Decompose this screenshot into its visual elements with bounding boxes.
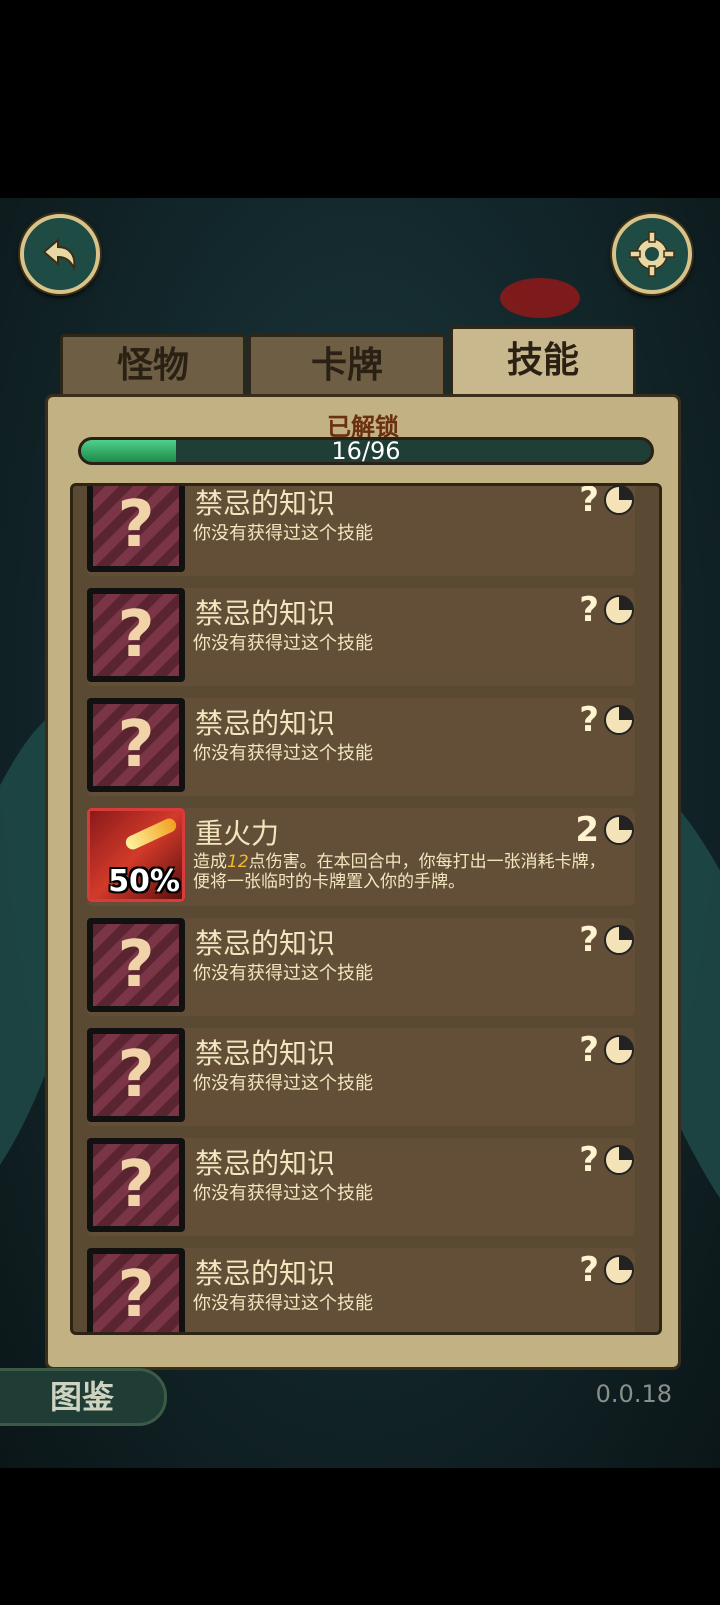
cost-value: ? <box>579 700 599 740</box>
question-mark-icon: ? <box>93 486 179 566</box>
skill-row[interactable]: ? 禁忌的知识 你没有获得过这个技能 ? <box>87 588 635 686</box>
skill-cost: ? <box>579 1250 635 1290</box>
skill-icon: ? <box>87 1248 185 1332</box>
codex-button[interactable]: 图鉴 <box>0 1368 167 1426</box>
skill-icon: ? <box>87 486 185 572</box>
skill-name: 禁忌的知识 <box>195 707 336 740</box>
skill-desc: 你没有获得过这个技能 <box>193 633 373 654</box>
unlock-progress-bar: 16/96 <box>78 437 654 465</box>
desc-number: 12 <box>227 852 249 872</box>
gear-icon <box>629 231 675 277</box>
skill-row[interactable]: ? 禁忌的知识 你没有获得过这个技能 ? <box>87 483 635 576</box>
skill-row[interactable]: ? 禁忌的知识 你没有获得过这个技能 ? <box>87 918 635 1016</box>
skill-name: 禁忌的知识 <box>195 597 336 630</box>
version-label: 0.0.18 <box>595 1380 672 1408</box>
skill-desc: 你没有获得过这个技能 <box>193 1293 373 1314</box>
hourglass-pie-icon <box>604 1145 634 1175</box>
skill-icon: 50% <box>87 808 185 902</box>
tab-cards[interactable]: 卡牌 <box>248 334 446 395</box>
skill-name: 禁忌的知识 <box>195 927 336 960</box>
hourglass-pie-icon <box>604 705 634 735</box>
skill-name: 重火力 <box>195 817 280 850</box>
cost-value: ? <box>579 920 599 960</box>
skill-row[interactable]: ? 禁忌的知识 你没有获得过这个技能 ? <box>87 698 635 796</box>
skill-cost: ? <box>579 700 635 740</box>
skill-name: 禁忌的知识 <box>195 1147 336 1180</box>
cost-value: ? <box>579 1030 599 1070</box>
question-mark-icon: ? <box>93 1254 179 1332</box>
cost-value: 2 <box>575 810 599 850</box>
hourglass-pie-icon <box>604 1035 634 1065</box>
skill-row[interactable]: ? 禁忌的知识 你没有获得过这个技能 ? <box>87 1028 635 1126</box>
progress-text: 16/96 <box>331 437 401 465</box>
question-mark-icon: ? <box>93 1144 179 1226</box>
skill-row[interactable]: ? 禁忌的知识 你没有获得过这个技能 ? <box>87 1138 635 1236</box>
sword-blade <box>123 816 179 852</box>
settings-button[interactable] <box>612 214 692 294</box>
skill-name: 禁忌的知识 <box>195 487 336 520</box>
desc-pre: 造成 <box>193 852 227 872</box>
background-tentacle <box>500 278 580 318</box>
desc-post: 点伤害。在本回合中，你每打出一张消耗卡牌，便将一张临时的卡牌置入你的手牌。 <box>193 852 606 892</box>
skill-cost: ? <box>579 1030 635 1070</box>
skill-desc: 你没有获得过这个技能 <box>193 963 373 984</box>
skill-icon: ? <box>87 1138 185 1232</box>
cost-value: ? <box>579 483 599 520</box>
skill-desc: 造成12点伤害。在本回合中，你每打出一张消耗卡牌，便将一张临时的卡牌置入你的手牌… <box>193 852 613 892</box>
cost-value: ? <box>579 1250 599 1290</box>
tab-skills[interactable]: 技能 <box>450 326 636 401</box>
skill-cost: ? <box>579 920 635 960</box>
collection-screen: 怪物 卡牌 技能 已解锁 16/96 ? 禁忌的知识 你没有获得过这个技能 ? … <box>0 198 720 1468</box>
hourglass-pie-icon <box>604 486 634 515</box>
skill-icon: ? <box>87 698 185 792</box>
skill-cost: 2 <box>575 810 635 850</box>
question-mark-icon: ? <box>93 1034 179 1116</box>
skill-name: 禁忌的知识 <box>195 1257 336 1290</box>
skill-desc: 你没有获得过这个技能 <box>193 523 373 544</box>
skill-name: 禁忌的知识 <box>195 1037 336 1070</box>
question-mark-icon: ? <box>93 704 179 786</box>
heavy-fire-icon: 50% <box>87 808 185 902</box>
skill-row[interactable]: ? 禁忌的知识 你没有获得过这个技能 ? <box>87 1248 635 1332</box>
hourglass-pie-icon <box>604 815 634 845</box>
skill-cost: ? <box>579 590 635 630</box>
skill-row-heavy-fire[interactable]: 50% 重火力 造成12点伤害。在本回合中，你每打出一张消耗卡牌，便将一张临时的… <box>87 808 635 906</box>
hourglass-pie-icon <box>604 925 634 955</box>
question-mark-icon: ? <box>93 594 179 676</box>
hourglass-pie-icon <box>604 1255 634 1285</box>
skill-icon: ? <box>87 588 185 682</box>
skill-desc: 你没有获得过这个技能 <box>193 743 373 764</box>
cost-value: ? <box>579 590 599 630</box>
skill-desc: 你没有获得过这个技能 <box>193 1073 373 1094</box>
skill-badge: 50% <box>108 864 180 899</box>
back-button[interactable] <box>20 214 100 294</box>
category-tabs: 怪物 卡牌 技能 <box>60 326 650 401</box>
question-mark-icon: ? <box>93 924 179 1006</box>
skill-desc: 你没有获得过这个技能 <box>193 1183 373 1204</box>
skill-icon: ? <box>87 1028 185 1122</box>
back-arrow-icon <box>42 237 76 272</box>
cost-value: ? <box>579 1140 599 1180</box>
hourglass-pie-icon <box>604 595 634 625</box>
skill-cost: ? <box>579 1140 635 1180</box>
skill-list[interactable]: ? 禁忌的知识 你没有获得过这个技能 ? ? 禁忌的知识 你没有获得过这个技能 … <box>70 483 662 1335</box>
tab-monsters[interactable]: 怪物 <box>60 334 246 395</box>
skill-icon: ? <box>87 918 185 1012</box>
skill-cost: ? <box>579 483 635 520</box>
skills-panel: 已解锁 16/96 ? 禁忌的知识 你没有获得过这个技能 ? ? 禁忌的知识 你… <box>45 394 681 1370</box>
